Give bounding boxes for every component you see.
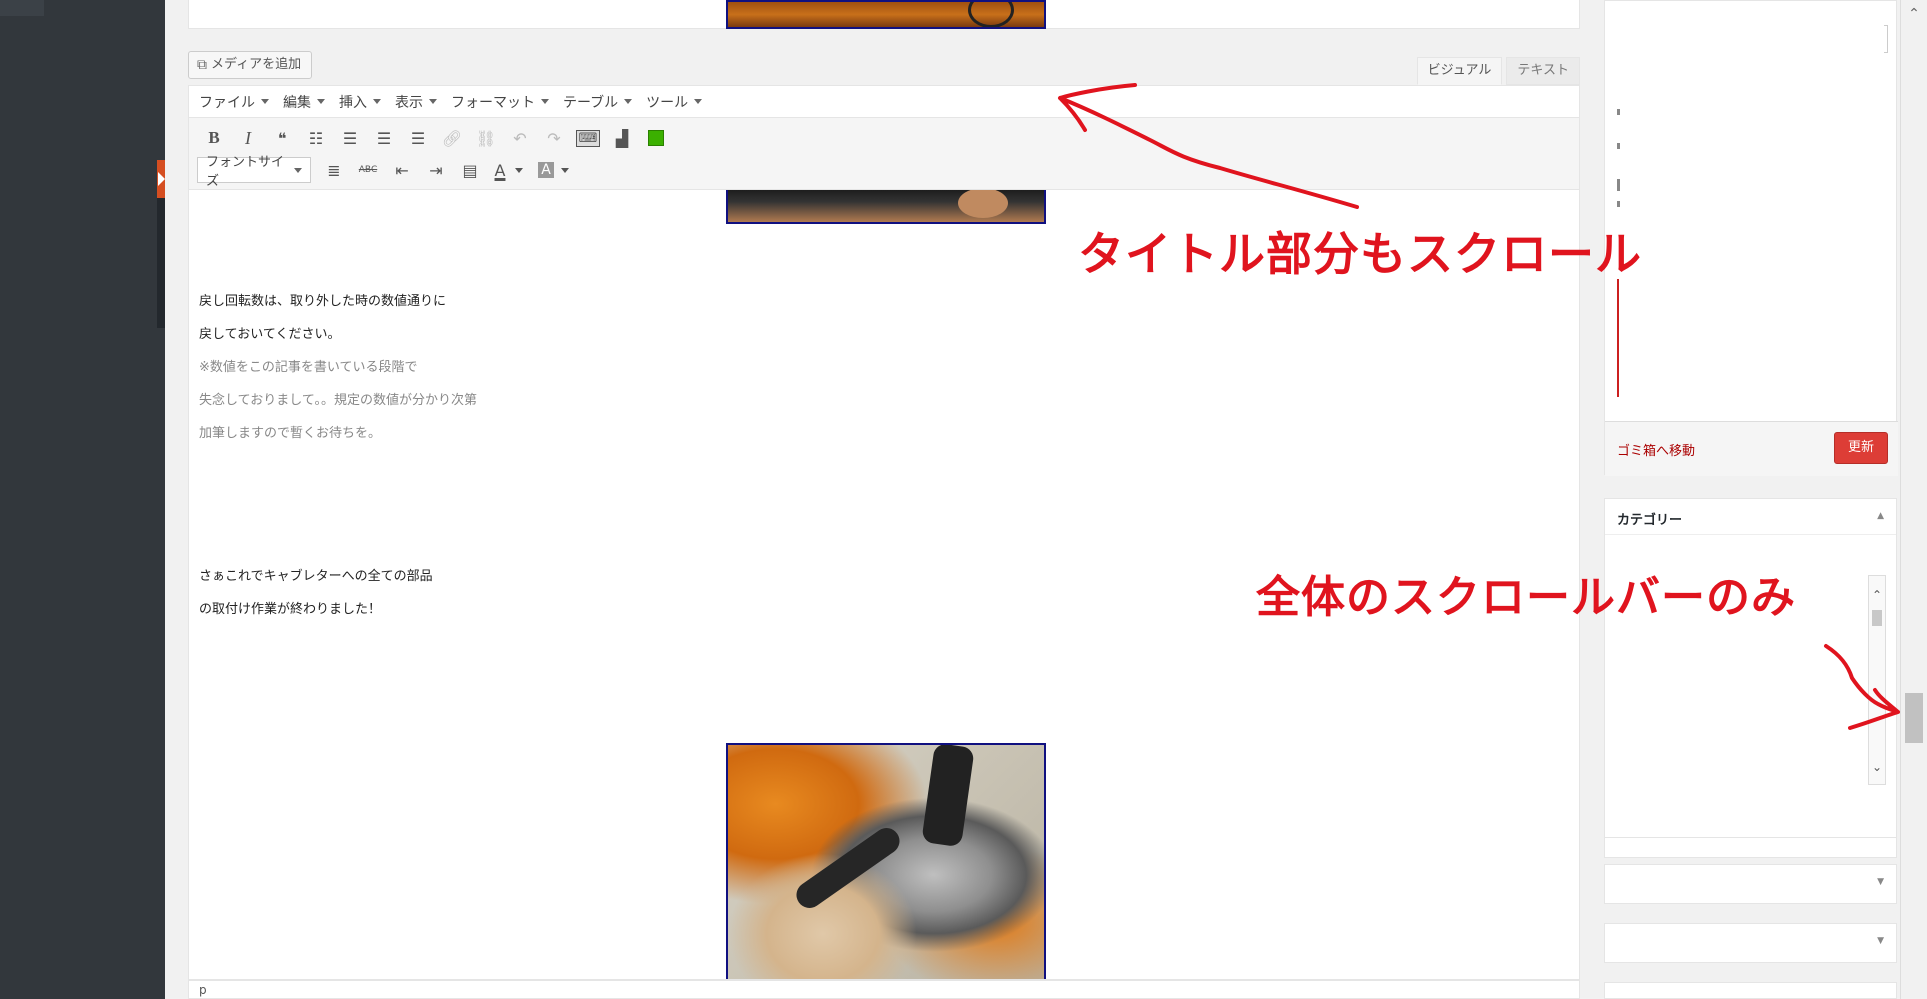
bg-color-label: A [538,162,554,178]
content-image-top[interactable] [726,0,1046,29]
editor-status-path: p [188,980,1580,999]
fontsize-select[interactable]: フォントサイズ [197,155,311,189]
menu-file-label: ファイル [199,94,255,111]
link-icon[interactable]: 🔗︎ [435,124,469,152]
admin-sidebar [0,0,165,999]
green-square-icon[interactable] [639,124,673,152]
text-color-button[interactable]: A [487,156,513,184]
scroll-up-icon[interactable]: ⌃ [1901,6,1927,22]
category-box: カテゴリー ▲ ⌃ ⌄ [1604,498,1897,838]
caret-down-icon [694,99,703,104]
align-right-icon[interactable]: ☰ [401,124,435,152]
tab-text[interactable]: テキスト [1506,57,1580,85]
horizontal-rule-icon[interactable]: ▤ [453,156,487,184]
toolbar-row-1: B I ❝ ☷ ☰ ☰ ☰ 🔗︎ ⛓ ↶ ↷ ⌨ ▟ [197,124,673,152]
caret-down-icon [429,99,437,104]
caret-down-icon[interactable] [515,167,523,173]
window-scrollbar[interactable]: ⌃ [1900,0,1927,999]
editor-tabs: ビジュアル テキスト [1416,57,1580,85]
menu-tools[interactable]: ツール [646,92,703,112]
toolbar-row-2: フォントサイズ ≣ ABC ⇤ ⇥ ▤ A A [197,155,579,189]
sidebar-box-collapsed[interactable]: ▼ [1604,864,1897,904]
content-line: 加筆しますので暫くお待ちを。 [199,426,382,441]
editor-menubar: ファイル 編集 挿入 表示 フォーマット テーブル ツール [188,85,1580,118]
menu-edit[interactable]: 編集 [283,92,325,112]
content-line: の取付け作業が終わりました！ [199,602,382,617]
menu-table[interactable]: テーブル [563,92,633,112]
align-center-icon[interactable]: ☰ [367,124,401,152]
publish-actions: ゴミ箱へ移動 更新 [1605,421,1898,476]
post-editor: ⧉ メディアを追加 ビジュアル テキスト ファイル 編集 挿入 表示 フォーマッ… [188,0,1580,999]
strikethrough-button[interactable]: ABC [351,156,385,184]
caret-down-icon [317,99,325,104]
carburetor-image[interactable] [726,743,1046,979]
editor-toolbar: B I ❝ ☷ ☰ ☰ ☰ 🔗︎ ⛓ ↶ ↷ ⌨ ▟ フォントサイズ ≣ ABC… [188,118,1580,190]
caret-down-icon[interactable] [561,167,569,173]
caret-down-icon [624,99,633,104]
undo-icon[interactable]: ↶ [503,124,537,152]
collapse-arrow-icon[interactable] [157,160,165,198]
caret-down-icon [261,99,269,104]
menu-format-label: フォーマット [451,94,535,111]
editor-content-area[interactable]: 戻し回転数は、取り外した時の数値通りに 戻しておいてください。 ※数値をこの記事… [188,190,1580,980]
category-scrollbar[interactable]: ⌃ ⌄ [1868,575,1886,785]
blockquote-icon[interactable]: ❝ [265,124,299,152]
outdent-icon[interactable]: ⇤ [385,156,419,184]
menu-tools-label: ツール [646,94,689,111]
menu-format[interactable]: フォーマット [451,92,549,112]
content-line: 戻しておいてください。 [199,327,341,342]
content-image-middle[interactable] [726,190,1046,224]
inner-scrollbar[interactable] [1884,25,1888,53]
admin-menu-item[interactable] [0,0,44,16]
justify-icon[interactable]: ≣ [317,156,351,184]
window-scroll-thumb[interactable] [1905,693,1923,743]
media-icon: ⧉ [197,57,207,73]
caret-down-icon [373,99,381,104]
update-button[interactable]: 更新 [1834,432,1888,464]
move-to-trash-link[interactable]: ゴミ箱へ移動 [1617,440,1695,459]
scroll-up-icon[interactable]: ⌃ [1869,588,1885,602]
bullet-list-icon[interactable]: ☷ [299,124,333,152]
sidebar-box-collapsed[interactable] [1604,982,1897,999]
unlink-icon[interactable]: ⛓ [469,124,503,152]
redo-icon[interactable]: ↷ [537,124,571,152]
tab-visual[interactable]: ビジュアル [1416,57,1503,85]
expand-down-icon[interactable]: ▼ [1877,936,1884,946]
annotation-redline [1617,279,1619,397]
menu-view[interactable]: 表示 [395,92,437,112]
caret-down-icon [541,99,549,104]
sidebar-box-collapsed[interactable] [1604,838,1897,858]
chart-icon[interactable]: ▟ [605,124,639,152]
keyboard-icon[interactable]: ⌨ [571,124,605,152]
collapse-up-icon[interactable]: ▲ [1877,511,1884,521]
add-media-label: メディアを追加 [211,57,302,72]
menu-table-label: テーブル [563,94,619,111]
menu-file[interactable]: ファイル [199,92,269,112]
publish-box: ゴミ箱へ移動 更新 [1604,0,1898,476]
content-line: さぁこれでキャブレターへの全ての部品 [199,569,433,584]
bold-button[interactable]: B [197,124,231,152]
sidebar-box-collapsed[interactable]: ▼ [1604,923,1897,963]
category-title: カテゴリー [1605,499,1896,535]
expand-down-icon[interactable]: ▼ [1877,877,1884,887]
content-line: 失念しておりまして。。規定の数値が分かり次第 [199,393,477,408]
add-media-button[interactable]: ⧉ メディアを追加 [188,51,313,79]
fontsize-label: フォントサイズ [206,155,285,189]
italic-button[interactable]: I [231,124,265,152]
caret-down-icon [294,167,302,173]
scroll-down-icon[interactable]: ⌄ [1869,760,1885,774]
menu-insert[interactable]: 挿入 [339,92,381,112]
editor-sidebar: ゴミ箱へ移動 更新 カテゴリー ▲ ⌃ ⌄ ▼ ▼ [1604,0,1900,999]
bg-color-button[interactable]: A [533,156,559,184]
admin-submenu-strip [157,198,165,328]
menu-edit-label: 編集 [283,94,311,111]
align-left-icon[interactable]: ☰ [333,124,367,152]
editor-top-content [188,0,1580,29]
indent-icon[interactable]: ⇥ [419,156,453,184]
menu-view-label: 表示 [395,94,423,111]
content-line: 戻し回転数は、取り外した時の数値通りに [199,294,447,309]
scroll-thumb[interactable] [1872,610,1882,626]
content-line: ※数値をこの記事を書いている段階で [199,360,418,375]
menu-insert-label: 挿入 [339,94,367,111]
